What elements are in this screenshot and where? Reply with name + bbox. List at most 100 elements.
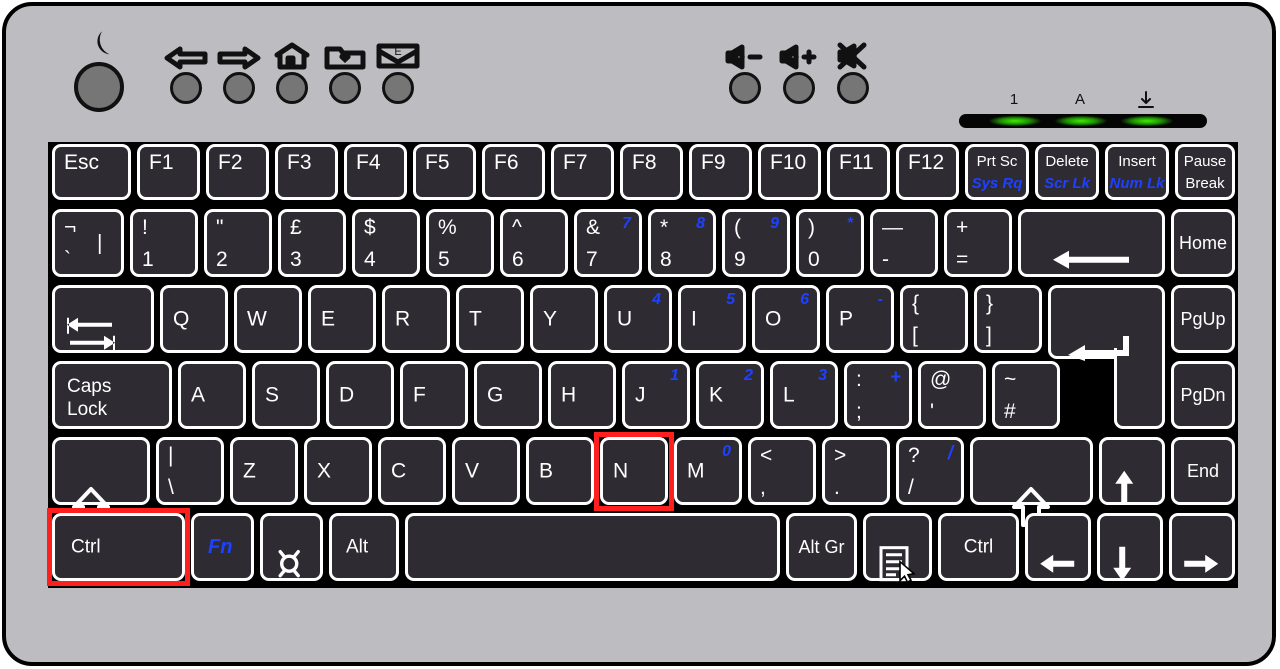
key-t[interactable]: T [456,285,524,353]
key-end[interactable]: End [1171,437,1235,505]
key-backspace[interactable] [1018,209,1165,277]
key-semicolon[interactable]: : ; + [844,361,912,429]
key-g[interactable]: G [474,361,542,429]
key-4[interactable]: $ 4 [352,209,420,277]
key-comma[interactable]: < , [748,437,816,505]
key-h[interactable]: H [548,361,616,429]
key-esc[interactable]: Esc [52,144,131,200]
key-o[interactable]: O 6 [752,285,820,353]
key-i[interactable]: I 5 [678,285,746,353]
key-backslash[interactable]: | \ [156,437,224,505]
key-fn[interactable]: Fn [191,513,254,581]
key-ctrl-right[interactable]: Ctrl [938,513,1019,581]
key-s[interactable]: S [252,361,320,429]
volume-up-button-cap[interactable] [783,72,815,104]
key-shift-right[interactable] [970,437,1093,527]
mute-button[interactable] [837,42,869,104]
key-f11[interactable]: F11 [827,144,890,200]
key-e[interactable]: E [308,285,376,353]
forward-button-cap[interactable] [223,72,255,104]
email-button[interactable]: E [376,43,420,104]
key-j[interactable]: J 1 [622,361,690,429]
sleep-button[interactable] [74,31,124,112]
key-0[interactable]: ) 0 * [796,209,864,277]
key-f8[interactable]: F8 [620,144,683,200]
key-q[interactable]: Q [160,285,228,353]
key-alt[interactable]: Alt [329,513,399,581]
email-button-cap[interactable] [382,72,414,104]
key-print-screen[interactable]: Prt Sc Sys Rq [965,144,1029,200]
key-apostrophe[interactable]: @ ' [918,361,986,429]
volume-down-button-cap[interactable] [729,72,761,104]
key-minus[interactable]: — - [870,209,938,277]
key-x[interactable]: X [304,437,372,505]
key-w[interactable]: W [234,285,302,353]
key-f1[interactable]: F1 [137,144,200,200]
key-r[interactable]: R [382,285,450,353]
key-m[interactable]: M 0 [674,437,742,505]
key-caps-lock[interactable]: Caps Lock [52,361,172,429]
key-z[interactable]: Z [230,437,298,505]
back-button-cap[interactable] [170,72,202,104]
key-shift-left[interactable] [52,437,150,527]
favorites-button[interactable] [324,46,366,104]
key-delete[interactable]: Delete Scr Lk [1035,144,1099,200]
volume-down-button[interactable] [725,44,763,104]
key-6[interactable]: ^ 6 [500,209,568,277]
key-y[interactable]: Y [530,285,598,353]
volume-up-button[interactable] [779,44,817,104]
key-insert[interactable]: Insert Num Lk [1105,144,1169,200]
key-n[interactable]: N [600,437,668,505]
key-bracket-right[interactable]: } ] [974,285,1042,353]
key-7[interactable]: & 7 7 [574,209,642,277]
key-period[interactable]: > . [822,437,890,505]
key-ctrl-left[interactable]: Ctrl [52,513,185,581]
key-9[interactable]: ( 9 9 [722,209,790,277]
key-page-down[interactable]: PgDn [1171,361,1235,429]
key-d[interactable]: D [326,361,394,429]
back-button[interactable] [164,46,208,104]
key-slash[interactable]: ? / / [896,437,964,505]
key-arrow-right[interactable] [1169,513,1235,581]
key-pause-break[interactable]: Pause Break [1175,144,1235,200]
key-f7[interactable]: F7 [551,144,614,200]
key-1[interactable]: ! 1 [130,209,198,277]
key-f[interactable]: F [400,361,468,429]
key-enter[interactable] [1048,285,1165,429]
key-3[interactable]: £ 3 [278,209,346,277]
key-alt-gr[interactable]: Alt Gr [786,513,857,581]
key-f4[interactable]: F4 [344,144,407,200]
key-b[interactable]: B [526,437,594,505]
key-v[interactable]: V [452,437,520,505]
key-c[interactable]: C [378,437,446,505]
key-8[interactable]: * 8 8 [648,209,716,277]
key-f6[interactable]: F6 [482,144,545,200]
forward-button[interactable] [217,46,261,104]
favorites-button-cap[interactable] [329,72,361,104]
key-hash[interactable]: ~ # [992,361,1060,429]
key-l[interactable]: L 3 [770,361,838,429]
mute-button-cap[interactable] [837,72,869,104]
key-tab[interactable] [52,285,154,353]
key-page-up[interactable]: PgUp [1171,285,1235,353]
key-equals[interactable]: + = [944,209,1012,277]
key-a[interactable]: A [178,361,246,429]
key-u[interactable]: U 4 [604,285,672,353]
key-bracket-left[interactable]: { [ [900,285,968,353]
home-button-cap[interactable] [276,72,308,104]
key-menu[interactable] [863,513,932,583]
key-backtick[interactable]: ¬ ` | [52,209,124,277]
key-2[interactable]: " 2 [204,209,272,277]
key-f12[interactable]: F12 [896,144,959,200]
key-k[interactable]: K 2 [696,361,764,429]
key-super[interactable] [260,513,323,581]
key-f9[interactable]: F9 [689,144,752,200]
key-arrow-left[interactable] [1025,513,1091,581]
key-space[interactable] [405,513,780,581]
key-f10[interactable]: F10 [758,144,821,200]
key-home[interactable]: Home [1171,209,1235,277]
key-p[interactable]: P - [826,285,894,353]
key-f5[interactable]: F5 [413,144,476,200]
key-f3[interactable]: F3 [275,144,338,200]
key-arrow-up[interactable] [1099,437,1165,505]
